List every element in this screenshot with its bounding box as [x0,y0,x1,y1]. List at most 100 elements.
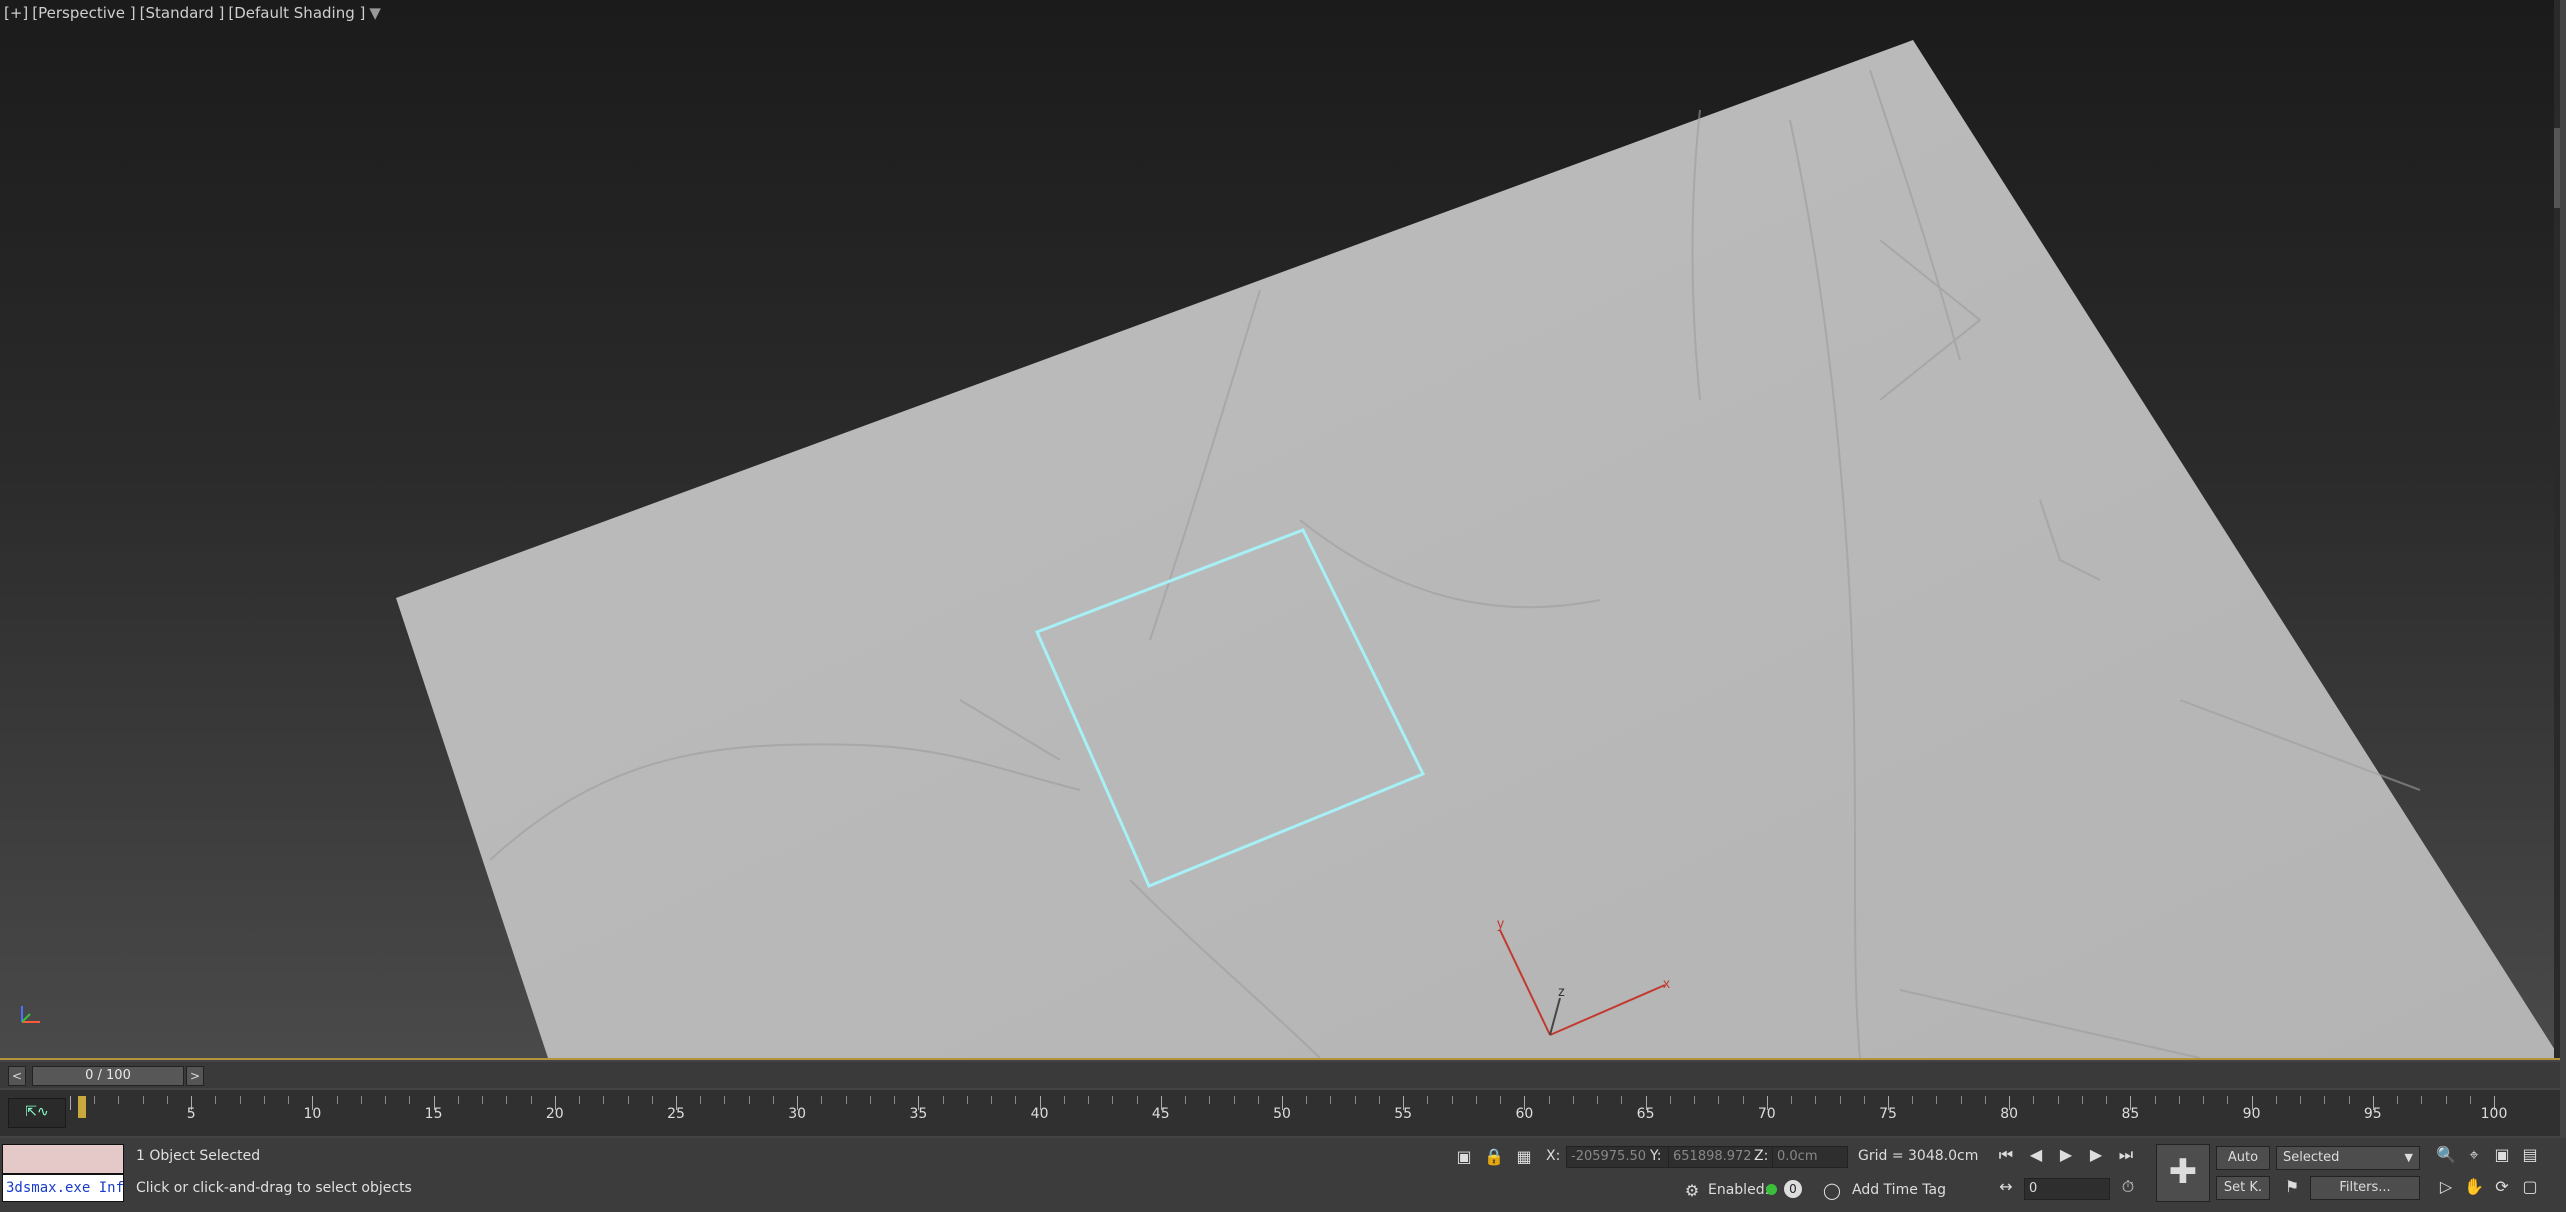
maxscript-output[interactable] [2,1144,124,1174]
frame-tick [2445,1096,2447,1104]
frame-tick [2397,1096,2399,1104]
curve-editor-icon[interactable]: ⇱∿ [8,1098,66,1128]
frame-tick [1572,1096,1574,1104]
set-key-big-button[interactable]: ✚ [2156,1144,2210,1202]
adaptive-degradation-icon[interactable]: ⚙ [1680,1180,1704,1202]
frame-tick-label: 30 [788,1106,807,1122]
z-label: Z: [1754,1148,1769,1164]
pan-hand-icon[interactable]: ✋ [2462,1176,2486,1198]
frame-tick-label: 5 [186,1106,196,1122]
field-of-view-icon[interactable]: ▷ [2434,1176,2458,1198]
frame-tick-label: 85 [2121,1106,2140,1122]
frame-tick-label: 45 [1151,1106,1170,1122]
frame-tick [1791,1096,1793,1104]
orbit-icon[interactable]: ⟳ [2490,1176,2514,1198]
go-to-start-icon[interactable]: ⏮ [1994,1144,2018,1166]
maxscript-input[interactable]: 3dsmax.exe Inf [2,1174,124,1202]
frame-tick-label: 100 [2480,1106,2508,1122]
maxscript-listener[interactable]: 3dsmax.exe Inf [2,1144,124,1202]
scene-svg: y x z [21,40,2560,1058]
viewport-plus-menu[interactable]: [+] [4,4,28,22]
next-frame-button[interactable]: > [186,1066,204,1086]
time-tag-add-icon[interactable]: ◯ [1820,1180,1844,1202]
frame-tick [772,1096,774,1104]
frame-tick [1936,1096,1938,1104]
time-slider[interactable]: 0 / 100 [32,1066,184,1086]
next-key-icon[interactable]: ▶ [2084,1144,2108,1166]
frame-tick [263,1096,265,1104]
zoom-extents-all-icon[interactable]: ▤ [2518,1144,2542,1166]
frame-tick-label: 10 [303,1106,322,1122]
auto-key-button[interactable]: Auto [2216,1146,2270,1170]
lock-icon[interactable]: 🔒 [1482,1146,1506,1168]
y-label: Y: [1650,1148,1662,1164]
current-frame-marker[interactable] [78,1096,86,1118]
go-to-end-icon[interactable]: ⏭ [2114,1144,2138,1166]
frame-tick [2421,1096,2423,1104]
current-frame-field[interactable]: 0 [2024,1178,2110,1200]
frame-tick [966,1096,968,1104]
maximize-viewport-icon[interactable]: ▢ [2518,1176,2542,1198]
zoom-icon[interactable]: 🔍 [2434,1144,2458,1166]
frame-tick-label: 20 [545,1106,564,1122]
frame-tick [1500,1096,1502,1104]
frame-tick [1330,1096,1332,1104]
viewport-pov-menu[interactable]: [Perspective ] [32,4,135,22]
add-time-tag-button[interactable]: Add Time Tag [1852,1182,1946,1198]
perspective-viewport[interactable]: y x z [+] [Perspective ] [Standard ] [Defau… [0,0,2560,1060]
frame-tick [651,1096,653,1104]
frame-tick-label: 70 [1757,1106,1776,1122]
filter-icon[interactable]: ▼ [369,4,381,22]
set-key-button[interactable]: Set K. [2216,1176,2270,1200]
track-bar[interactable]: ⇱∿ 5 10 15 20 25 30 35 40 45 50 55 60 65 70 75 80 85 90 95… [0,1090,2560,1136]
x-label: X: [1546,1148,1561,1164]
time-tag-icon[interactable]: 0 [1784,1180,1802,1198]
frame-tick [724,1096,726,1104]
frame-tick [1475,1096,1477,1104]
terrain-mesh[interactable] [396,40,2560,1058]
frame-ruler[interactable]: 5 10 15 20 25 30 35 40 45 50 55 60 65 70 75 80 85 90 95 100 [70,1090,2507,1136]
view-axis-tripod [21,1006,40,1023]
frame-tick [288,1096,290,1104]
frame-tick [2106,1096,2108,1104]
status-bar: 3dsmax.exe Inf 1 Object Selected Click o… [0,1138,2566,1212]
frame-tick [2081,1096,2083,1104]
frame-tick [360,1096,362,1104]
play-icon[interactable]: ▶ [2054,1144,2078,1166]
frame-tick [2227,1096,2229,1104]
viewport-scrollbar[interactable] [2554,0,2560,1058]
previous-key-icon[interactable]: ◀ [2024,1144,2048,1166]
time-configuration-icon[interactable]: ⏱ [2116,1176,2140,1198]
prev-frame-button[interactable]: < [8,1066,26,1086]
prompt-line: Click or click-and-drag to select object… [136,1180,412,1196]
frame-tick [1427,1096,1429,1104]
key-filters-icon[interactable]: ⚑ [2280,1176,2304,1198]
frame-tick [700,1096,702,1104]
frame-tick [1984,1096,1986,1104]
frame-tick-label: 90 [2242,1106,2261,1122]
frame-tick-label: 95 [2363,1106,2382,1122]
viewport-label-menu[interactable]: [+] [Perspective ] [Standard ] [Default Sha… [4,4,385,22]
z-coordinate-field[interactable]: 0.0cm [1772,1146,1848,1168]
key-mode-toggle-icon[interactable]: ↔ [1994,1176,2018,1198]
isolate-icon[interactable]: ▣ [1452,1146,1476,1168]
frame-tick [1185,1096,1187,1104]
absolute-mode-icon[interactable]: ▦ [1512,1146,1536,1168]
frame-tick [894,1096,896,1104]
zoom-all-icon[interactable]: ⌖ [2462,1144,2486,1166]
viewport-standard-menu[interactable]: [Standard ] [140,4,225,22]
frame-tick [1451,1096,1453,1104]
viewport-shading-menu[interactable]: [Default Shading ] [228,4,365,22]
zoom-extents-icon[interactable]: ▣ [2490,1144,2514,1166]
frame-tick-label: 60 [1515,1106,1534,1122]
frame-tick [821,1096,823,1104]
enabled-indicator[interactable] [1766,1184,1777,1195]
frame-tick [603,1096,605,1104]
filters-button[interactable]: Filters... [2310,1176,2420,1200]
frame-tick [1597,1096,1599,1104]
frame-tick [1621,1096,1623,1104]
frame-tick-label: 55 [1394,1106,1413,1122]
key-mode-dropdown[interactable]: Selected ▼ [2276,1146,2420,1170]
frame-tick-label: 40 [1030,1106,1049,1122]
frame-tick [1742,1096,1744,1104]
